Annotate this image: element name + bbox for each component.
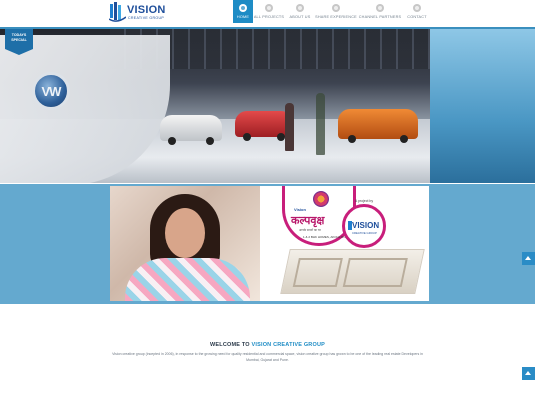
badge-line-2: SPECIAL [11, 38, 27, 42]
hero-glass-wall [430, 29, 535, 183]
home-icon [239, 4, 247, 12]
visitor-figure [316, 93, 325, 155]
kalp-tagline: आपके सपनों का घर [299, 228, 321, 232]
welcome-heading: WELCOME TO VISION CREATIVE GROUP [0, 342, 535, 348]
tree-icon [313, 191, 329, 207]
welcome-description: Vision creative group (incepted in 2006)… [112, 352, 423, 362]
woman-top [125, 258, 250, 301]
projects-icon [265, 4, 273, 12]
promo-banner[interactable]: Vision कल्पवृक्ष आपके सपनों का घर 1 & 2 … [110, 186, 429, 301]
nav-about-us-label: ABOUT US [289, 15, 311, 19]
vision-logo-icon [109, 2, 126, 22]
nav-channel-partners[interactable]: CHANNEL PARTNERS [357, 0, 403, 23]
main-nav: HOME ALL PROJECTS ABOUT US SHARE EXPERIE… [233, 0, 431, 23]
project-by-label: A project by [354, 199, 374, 203]
scroll-top-button[interactable] [522, 367, 535, 380]
share-icon [332, 4, 340, 12]
vw-logo-image [32, 72, 70, 110]
phone-icon [413, 4, 421, 12]
vision-badge-sub: CREATIVE GROUP [352, 231, 377, 235]
nav-contact[interactable]: CONTACT [403, 0, 431, 23]
nav-contact-label: CONTACT [407, 15, 427, 19]
hero-slider[interactable] [0, 29, 535, 183]
kalp-project-name: कल्पवृक्ष [291, 214, 325, 227]
woman-face [165, 208, 205, 258]
welcome-prefix: WELCOME TO [210, 342, 252, 348]
nav-home-label: HOME [236, 15, 250, 19]
nav-share-experience-label: SHARE EXPERIENCE [315, 15, 357, 19]
nav-all-projects[interactable]: ALL PROJECTS [253, 0, 285, 23]
nav-all-projects-label: ALL PROJECTS [253, 15, 285, 19]
todays-special-badge[interactable]: TODAYS SPECIAL [5, 29, 33, 55]
visitor-figure [285, 103, 294, 151]
promo-woman-photo [110, 186, 260, 301]
site-header: VISION CREATIVE GROUP HOME ALL PROJECTS … [0, 0, 535, 27]
car-white-image [160, 115, 222, 145]
kalp-bhk: 1 & 2 BHK HOMES, AKOLE ROAD [303, 235, 350, 239]
logo-subtitle: CREATIVE GROUP [128, 16, 165, 20]
vision-logo[interactable]: VISION CREATIVE GROUP [109, 1, 169, 23]
vision-badge-name: VISION [352, 221, 380, 230]
logo-text: VISION [127, 4, 166, 16]
scroll-top-button[interactable] [522, 252, 535, 265]
nav-home[interactable]: HOME [233, 0, 253, 23]
vision-project-badge: A project by VISION CREATIVE GROUP [342, 199, 386, 248]
car-orange-image [338, 109, 418, 143]
kalp-brand: Vision [294, 207, 306, 212]
floorplan-image [280, 249, 425, 294]
welcome-accent: VISION CREATIVE GROUP [251, 342, 325, 348]
partners-icon [376, 4, 384, 12]
nav-channel-partners-label: CHANNEL PARTNERS [358, 15, 402, 19]
nav-about-us[interactable]: ABOUT US [285, 0, 315, 23]
nav-share-experience[interactable]: SHARE EXPERIENCE [315, 0, 357, 23]
about-icon [296, 4, 304, 12]
